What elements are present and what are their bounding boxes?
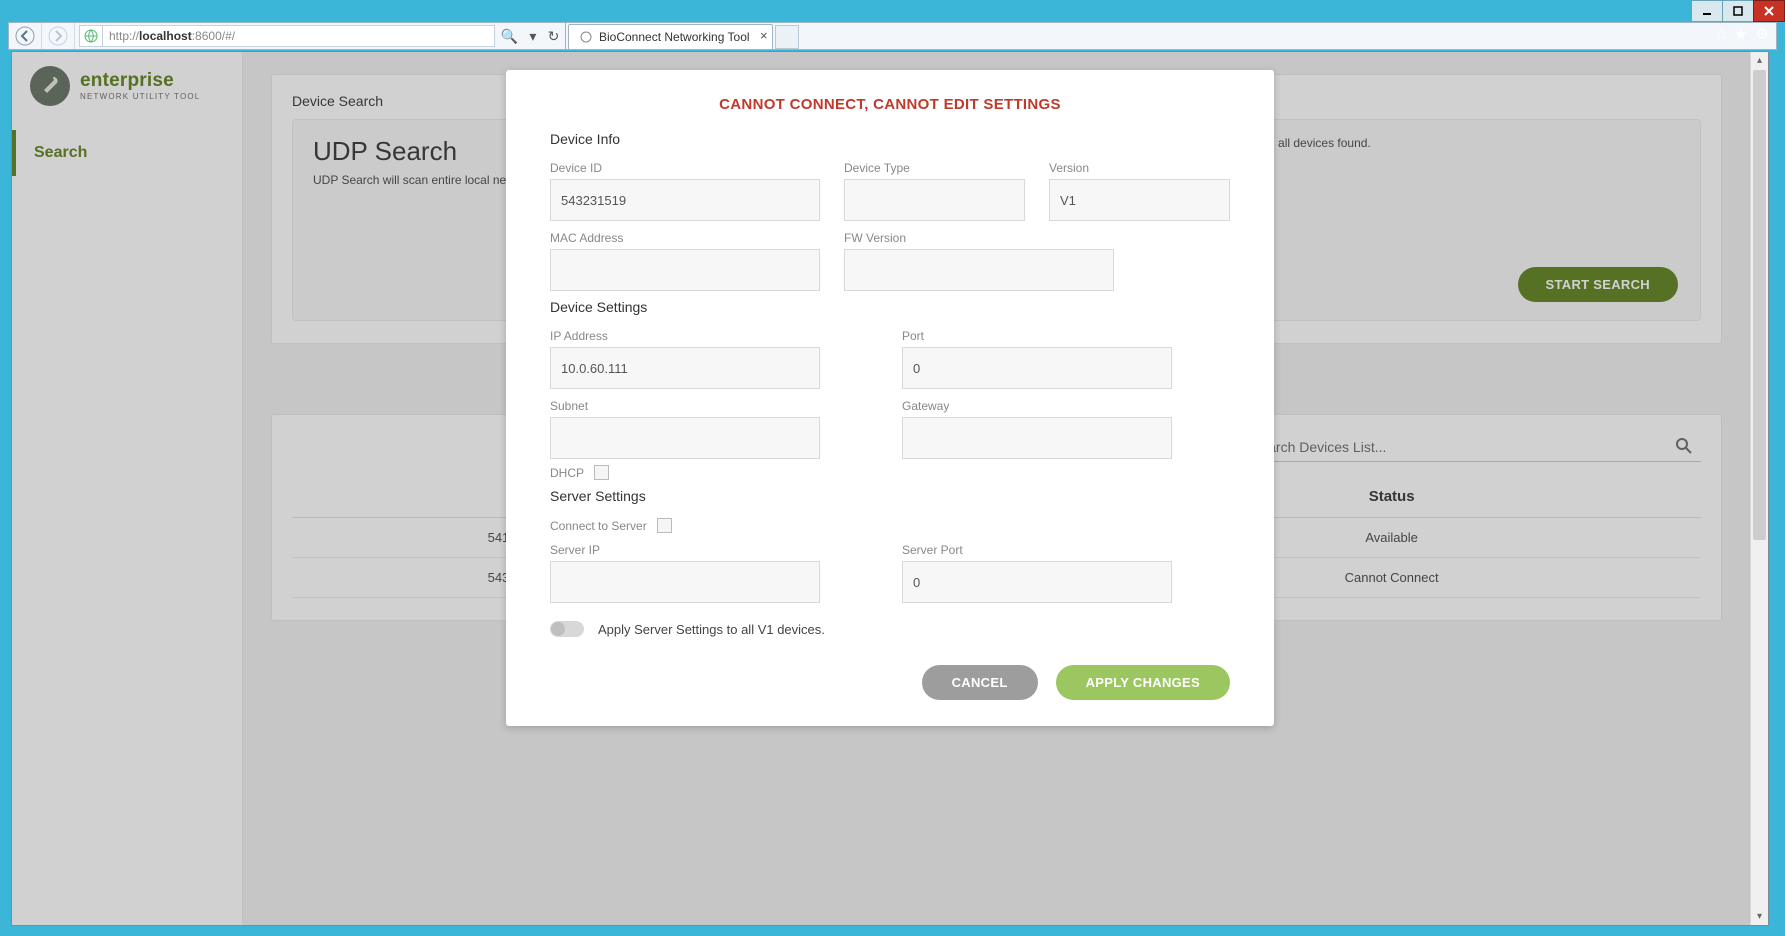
url-input[interactable]: http://localhost:8600/#/ (102, 25, 495, 47)
device-settings-grid: IP Address 10.0.60.111 Port 0 Subnet Gat… (550, 329, 1230, 459)
browser-tab-strip: BioConnect Networking Tool × (566, 23, 1776, 49)
new-tab-button[interactable] (775, 25, 799, 49)
url-host: localhost (139, 29, 192, 43)
window-maximize-button[interactable] (1722, 0, 1754, 22)
label-subnet: Subnet (550, 399, 878, 413)
input-device-id[interactable]: 543231519 (550, 179, 820, 221)
cancel-button[interactable]: CANCEL (922, 665, 1038, 700)
label-device-id: Device ID (550, 161, 820, 175)
tab-favicon (579, 30, 593, 44)
tab-title: BioConnect Networking Tool (599, 30, 750, 44)
label-server-ip: Server IP (550, 543, 878, 557)
apply-all-toggle[interactable] (550, 621, 584, 637)
label-fw: FW Version (844, 231, 1230, 245)
apply-all-row: Apply Server Settings to all V1 devices. (550, 621, 1230, 637)
server-grid: Server IP Server Port 0 (550, 543, 1230, 603)
maximize-icon (1732, 5, 1744, 17)
apply-all-label: Apply Server Settings to all V1 devices. (598, 622, 825, 637)
page-viewport: enterprise NETWORK UTILITY TOOL Search D… (11, 51, 1769, 926)
modal-actions: CANCEL APPLY CHANGES (550, 665, 1230, 700)
device-info-grid: Device ID 543231519 Device Type Version … (550, 161, 1230, 291)
window-close-button[interactable] (1753, 0, 1785, 22)
device-info-heading: Device Info (550, 131, 1230, 147)
arrow-right-icon (48, 26, 68, 46)
connect-server-checkbox[interactable] (657, 518, 672, 533)
address-bar: http://localhost:8600/#/ 🔍 ▾ ↻ (75, 23, 566, 49)
input-version[interactable]: V1 (1049, 179, 1230, 221)
search-icon[interactable]: 🔍 (501, 28, 518, 45)
label-connect-server: Connect to Server (550, 519, 647, 533)
window-minimize-button[interactable] (1691, 0, 1723, 22)
label-device-type: Device Type (844, 161, 1025, 175)
vertical-scrollbar[interactable]: ▴ ▾ (1750, 52, 1768, 925)
input-subnet[interactable] (550, 417, 820, 459)
scroll-thumb[interactable] (1753, 70, 1766, 540)
label-version: Version (1049, 161, 1230, 175)
modal-error: CANNOT CONNECT, CANNOT EDIT SETTINGS (550, 96, 1230, 113)
browser-chrome-icons: ⌂ ★ ⚙ (1717, 25, 1769, 43)
input-port[interactable]: 0 (902, 347, 1172, 389)
dropdown-icon[interactable]: ▾ (529, 28, 536, 45)
label-gateway: Gateway (902, 399, 1230, 413)
server-settings-heading: Server Settings (550, 488, 1230, 504)
address-tools: 🔍 ▾ ↻ (495, 23, 565, 49)
device-settings-heading: Device Settings (550, 299, 1230, 315)
browser-tab-active[interactable]: BioConnect Networking Tool × (568, 24, 773, 49)
dhcp-checkbox[interactable] (594, 465, 609, 480)
arrow-left-icon (15, 26, 35, 46)
apply-changes-button[interactable]: APPLY CHANGES (1056, 665, 1230, 700)
url-rest: :8600/#/ (192, 29, 235, 43)
dhcp-row: DHCP (550, 465, 1230, 480)
input-ip[interactable]: 10.0.60.111 (550, 347, 820, 389)
scroll-down-icon[interactable]: ▾ (1751, 908, 1768, 925)
label-mac: MAC Address (550, 231, 820, 245)
tab-close-icon[interactable]: × (760, 28, 768, 43)
globe-icon (84, 29, 98, 43)
close-icon (1763, 5, 1775, 17)
tools-gear-icon[interactable]: ⚙ (1756, 25, 1769, 43)
label-ip: IP Address (550, 329, 878, 343)
label-port: Port (902, 329, 1230, 343)
label-server-port: Server Port (902, 543, 1230, 557)
window-titlebar (0, 0, 1785, 22)
minimize-icon (1701, 5, 1713, 17)
nav-back-button[interactable] (9, 23, 42, 49)
favorites-icon[interactable]: ★ (1734, 25, 1747, 43)
home-icon[interactable]: ⌂ (1717, 25, 1726, 43)
refresh-icon[interactable]: ↻ (548, 28, 560, 45)
connect-server-row: Connect to Server (550, 518, 1230, 533)
label-dhcp: DHCP (550, 466, 584, 480)
device-edit-modal: CANNOT CONNECT, CANNOT EDIT SETTINGS Dev… (506, 70, 1274, 726)
os-window: http://localhost:8600/#/ 🔍 ▾ ↻ BioConnec… (0, 0, 1785, 936)
input-fw[interactable] (844, 249, 1114, 291)
page-favicon (79, 25, 102, 47)
input-mac[interactable] (550, 249, 820, 291)
scroll-up-icon[interactable]: ▴ (1751, 52, 1768, 69)
nav-forward-button[interactable] (42, 23, 75, 49)
input-gateway[interactable] (902, 417, 1172, 459)
url-prefix: http:// (109, 29, 139, 43)
browser-toolbar: http://localhost:8600/#/ 🔍 ▾ ↻ BioConnec… (8, 22, 1777, 50)
input-server-port[interactable]: 0 (902, 561, 1172, 603)
input-device-type[interactable] (844, 179, 1025, 221)
input-server-ip[interactable] (550, 561, 820, 603)
modal-backdrop: CANNOT CONNECT, CANNOT EDIT SETTINGS Dev… (12, 52, 1768, 925)
